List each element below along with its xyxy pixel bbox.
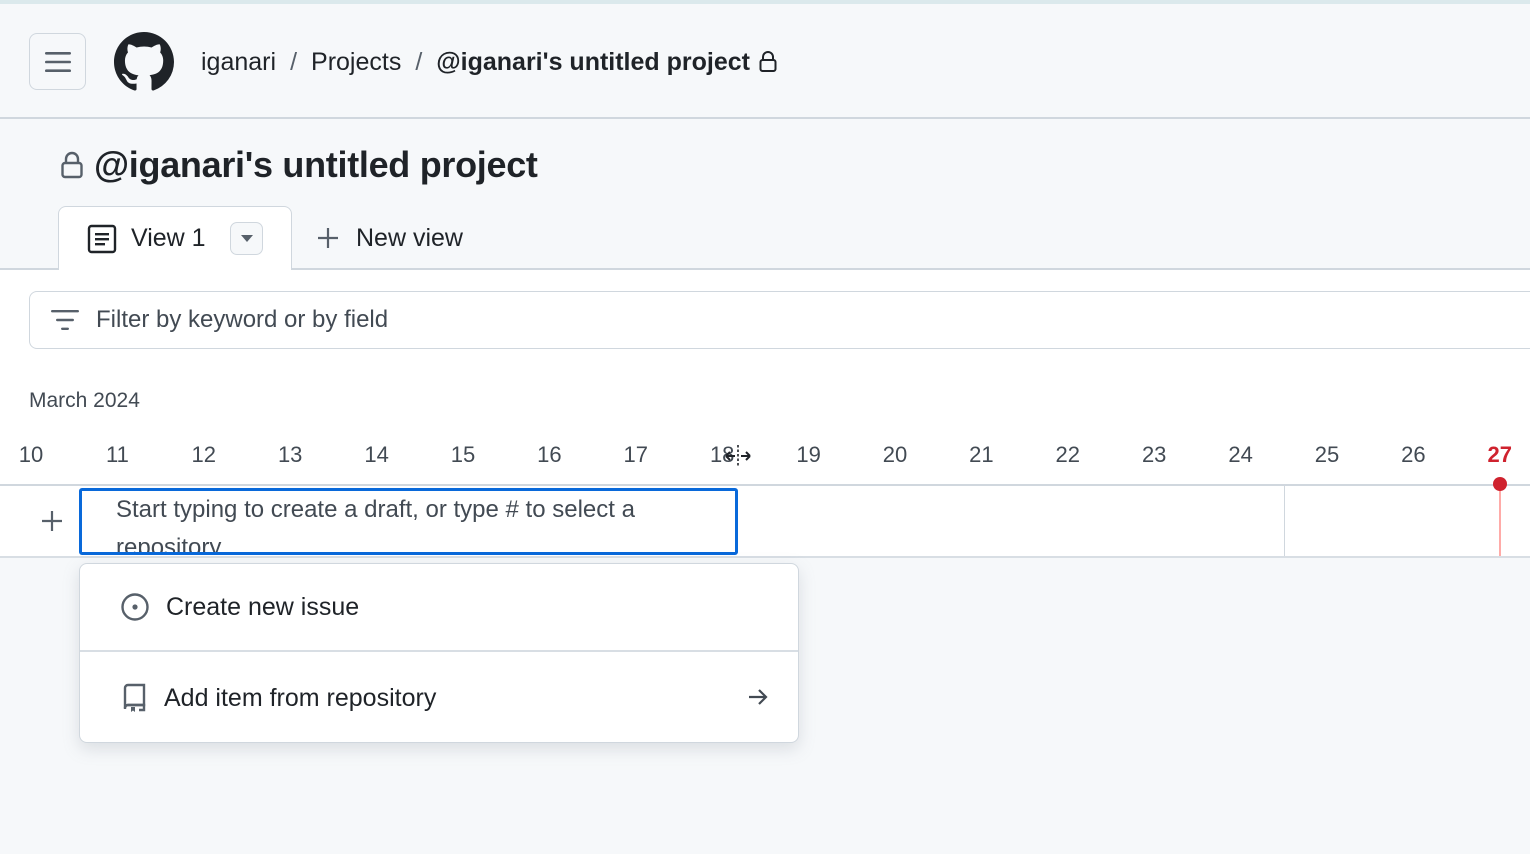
- timeline-day: 21: [969, 442, 994, 467]
- draft-input-placeholder: Start typing to create a draft, or type …: [116, 496, 635, 555]
- timeline-day: 25: [1314, 442, 1340, 467]
- plus-icon: [318, 228, 338, 248]
- table-view-icon: [87, 224, 117, 253]
- week-divider: [1284, 486, 1285, 556]
- timeline-day: 14: [364, 442, 389, 467]
- add-item-menu: Create new issue Add item from repositor…: [79, 563, 799, 743]
- timeline-day: 11: [105, 442, 129, 467]
- filter-input[interactable]: Filter by keyword or by field: [29, 291, 1530, 349]
- tab-label: View 1: [131, 224, 206, 252]
- view-options-button[interactable]: [230, 222, 263, 255]
- breadcrumb-separator: /: [290, 47, 298, 76]
- breadcrumb-current-project[interactable]: @iganari's untitled project: [436, 48, 750, 77]
- menu-item-label: Add item from repository: [164, 683, 437, 712]
- timeline-day: 19: [796, 442, 821, 467]
- plus-icon: [42, 511, 62, 531]
- timeline-day: 12: [191, 442, 217, 467]
- timeline-header-divider: [0, 484, 1530, 486]
- page-title: @iganari's untitled project: [94, 144, 538, 185]
- issue-opened-icon: [121, 593, 149, 621]
- repo-icon: [123, 683, 146, 712]
- project-title-row: @iganari's untitled project: [60, 142, 538, 188]
- lock-icon: [758, 51, 778, 73]
- breadcrumb-separator: /: [415, 47, 423, 76]
- menu-item-label: Create new issue: [166, 592, 360, 621]
- timeline-day: 20: [882, 442, 908, 467]
- hamburger-icon: [44, 51, 71, 72]
- timeline-row-divider: [0, 556, 1530, 558]
- arrow-right-icon: [749, 689, 768, 705]
- menu-item-add-from-repository[interactable]: Add item from repository: [80, 654, 798, 742]
- tab-view-1[interactable]: View 1: [58, 206, 292, 270]
- triangle-down-icon: [240, 234, 253, 242]
- today-marker-line: [1499, 486, 1501, 556]
- add-item-button[interactable]: [38, 507, 66, 535]
- column-resize-handle-icon[interactable]: [722, 444, 754, 468]
- timeline-day: 15: [450, 442, 476, 467]
- timeline-day-today: 27: [1487, 442, 1513, 467]
- app-header: iganari / Projects / @iganari's untitled…: [0, 4, 1530, 119]
- breadcrumb-projects-link[interactable]: Projects: [311, 48, 401, 77]
- timeline-day: 23: [1141, 442, 1167, 467]
- lock-icon: [61, 151, 83, 179]
- breadcrumb-owner-link[interactable]: iganari: [201, 48, 276, 77]
- draft-item-input[interactable]: Start typing to create a draft, or type …: [79, 488, 738, 555]
- new-view-label: New view: [356, 223, 463, 252]
- filter-icon: [51, 310, 79, 330]
- timeline-day: 22: [1055, 442, 1081, 467]
- today-marker-dot: [1493, 477, 1507, 491]
- menu-item-create-new-issue[interactable]: Create new issue: [80, 564, 798, 652]
- timeline-day: 24: [1228, 442, 1253, 467]
- timeline-month-label: March 2024: [29, 389, 140, 412]
- timeline-day: 10: [18, 442, 44, 467]
- hamburger-menu-button[interactable]: [29, 33, 86, 90]
- timeline-day: 26: [1401, 442, 1426, 467]
- timeline-day: 16: [537, 442, 562, 467]
- new-view-button[interactable]: New view: [316, 218, 463, 258]
- breadcrumb: iganari / Projects / @iganari's untitled…: [201, 44, 778, 80]
- timeline-day: 13: [277, 442, 303, 467]
- filter-placeholder: Filter by keyword or by field: [96, 306, 389, 333]
- timeline-day: 17: [623, 442, 649, 467]
- github-logo-icon[interactable]: [114, 32, 174, 92]
